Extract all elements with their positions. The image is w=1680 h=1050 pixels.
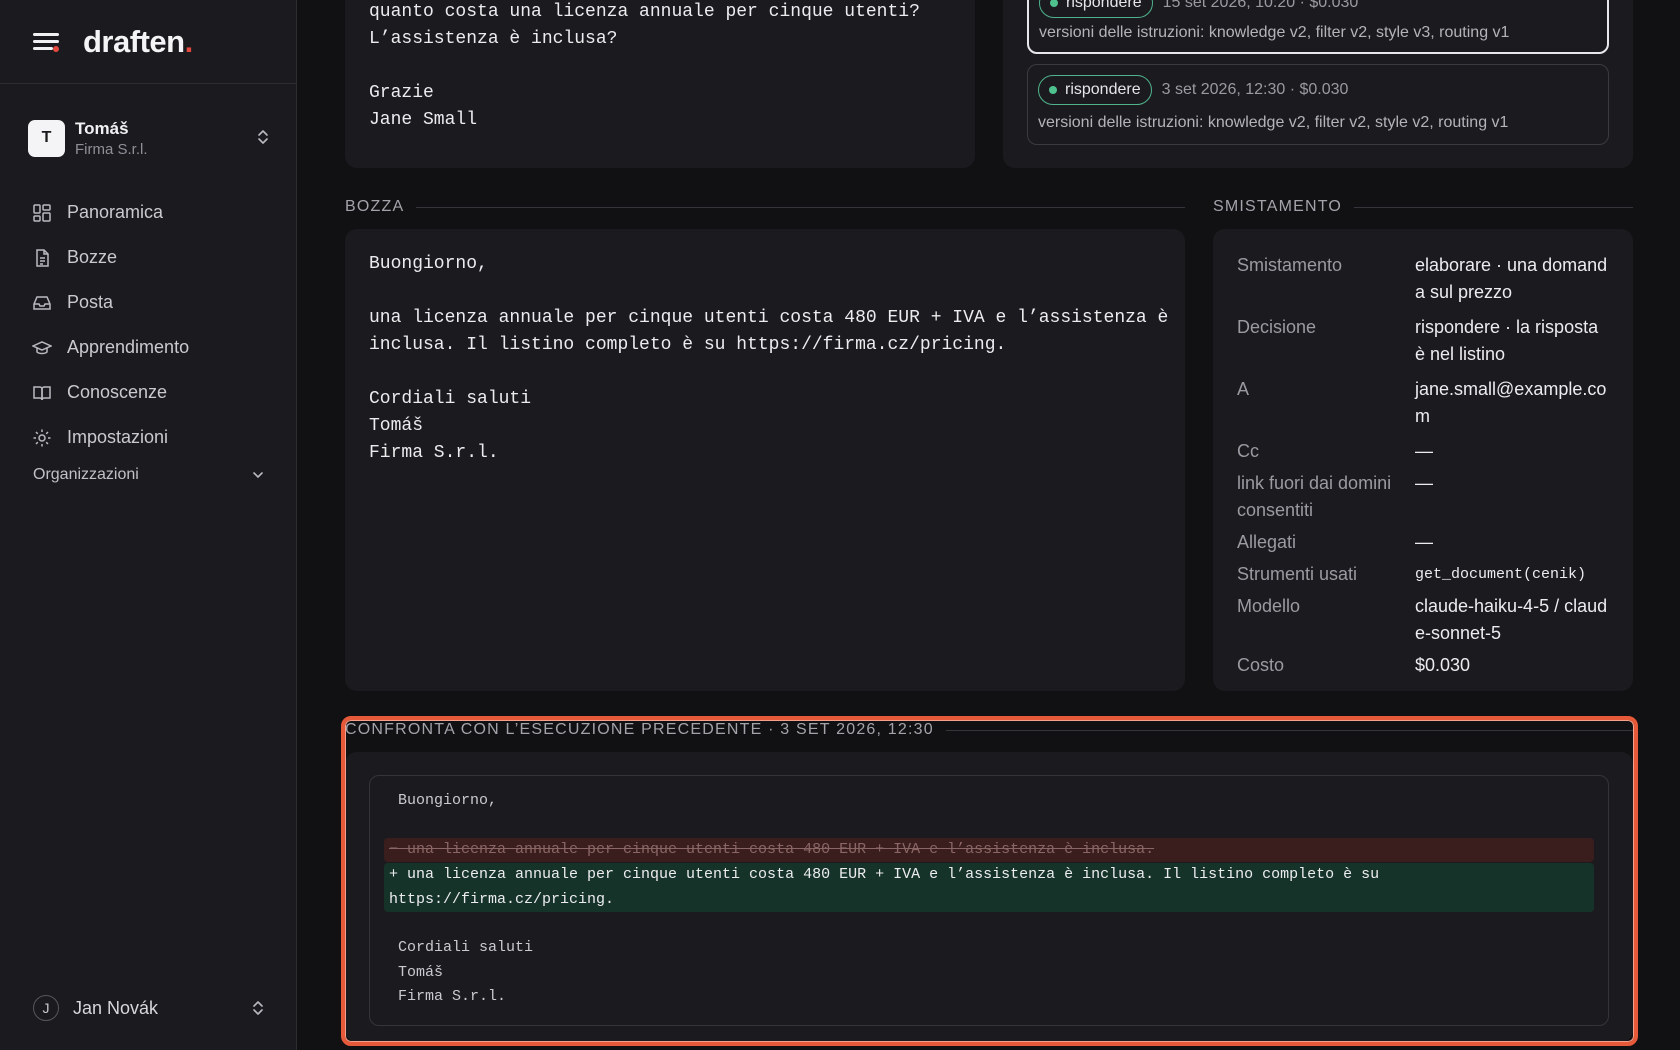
draft-card: Buongiorno, una licenza annuale per cinq… — [345, 229, 1185, 691]
diff-added-line: + una licenza annuale per cinque utenti … — [384, 863, 1594, 912]
diff-removed-line: − una licenza annuale per cinque utenti … — [384, 837, 1594, 862]
organizations-label: Organizzazioni — [33, 466, 139, 483]
run-meta: 3 set 2026, 12:30 · $0.030 — [1161, 81, 1349, 98]
run-versions: versioni delle istruzioni: knowledge v2,… — [1038, 114, 1509, 131]
chevron-up-down-icon — [253, 1001, 263, 1015]
run-meta: 15 set 2026, 10:20 · $0.030 — [1162, 0, 1359, 11]
document-icon — [36, 248, 49, 267]
sidebar-item-apprendimento[interactable]: Apprendimento — [32, 325, 272, 370]
sidebar-item-impostazioni[interactable]: Impostazioni — [32, 415, 272, 460]
dashboard-icon — [33, 203, 51, 222]
diff-context-line: Cordiali saluti — [398, 939, 534, 956]
chevron-down-icon — [253, 472, 263, 479]
run-history-item[interactable]: rispondere 3 set 2026, 12:30 · $0.030 ve… — [1027, 64, 1609, 145]
user-avatar: J — [33, 995, 59, 1021]
sidebar-item-label: Apprendimento — [67, 337, 190, 357]
sidebar-item-label: Bozze — [67, 247, 118, 267]
triage-section-title: SMISTAMENTO — [1213, 198, 1633, 216]
sidebar-item-conoscenze[interactable]: Conoscenze — [32, 370, 272, 415]
triage-row: Smistamento elaborare · una domanda sul p… — [1237, 255, 1608, 302]
chevron-up-down-icon — [258, 130, 268, 144]
triage-row: link fuori dai domini consentiti — — [1237, 473, 1433, 520]
sidebar-item-label: Posta — [67, 292, 114, 312]
triage-row: Decisione rispondere · la risposta è nel … — [1237, 317, 1599, 364]
diff-view: Buongiorno, − una licenza annuale per ci… — [369, 775, 1609, 1026]
graduation-cap-icon — [32, 340, 52, 354]
sidebar-item-panoramica[interactable]: Panoramica — [32, 190, 272, 235]
user-menu[interactable]: J Jan Novák — [33, 994, 265, 1022]
diff-context-line: Firma S.r.l. — [398, 988, 507, 1005]
sidebar-item-label: Impostazioni — [67, 427, 169, 447]
triage-row: Allegati — — [1237, 532, 1433, 552]
run-versions: versioni delle istruzioni: knowledge v2,… — [1039, 24, 1510, 41]
brand-logo[interactable]: draften. — [83, 24, 193, 60]
account-avatar: T — [28, 119, 65, 157]
sidebar-item-label: Panoramica — [67, 202, 164, 222]
triage-row: Modello claude-haiku-4-5 / claude-sonnet-… — [1237, 596, 1608, 643]
draft-body[interactable]: Buongiorno, una licenza annuale per cinq… — [369, 251, 1168, 467]
account-name: Tomáš — [75, 118, 129, 138]
run-history-item[interactable]: rispondere 15 set 2026, 10:20 · $0.030 v… — [1027, 0, 1609, 54]
triage-row: Costo $0.030 — [1237, 655, 1471, 675]
incoming-email-card: quanto costa una licenza annuale per cin… — [345, 0, 975, 168]
account-org: Firma S.r.l. — [75, 140, 148, 158]
book-icon — [33, 385, 51, 400]
menu-icon[interactable] — [33, 32, 59, 52]
user-name: Jan Novák — [73, 997, 159, 1018]
triage-row: Ajane.small@example.com — [1237, 379, 1607, 426]
triage-card: Smistamento elaborare · una domanda sul p… — [1213, 229, 1633, 691]
incoming-email-body: quanto costa una licenza annuale per cin… — [369, 2, 920, 130]
diff-context-line: Tomáš — [398, 963, 444, 981]
sidebar-item-bozze[interactable]: Bozze — [32, 235, 272, 280]
inbox-icon — [33, 295, 51, 310]
diff-context-line: Buongiorno, — [398, 792, 498, 809]
organizations-toggle[interactable]: Organizzazioni — [33, 466, 265, 484]
compare-section-title: CONFRONTA CON L’ESECUZIONE PRECEDENTE · … — [345, 721, 1633, 739]
gear-icon — [33, 429, 51, 446]
status-pill: rispondere — [1039, 0, 1153, 18]
draft-section-title: BOZZA — [345, 198, 1185, 216]
sidebar-nav: Panoramica Bozze Posta Apprendimento Con… — [32, 190, 272, 460]
logo-row: draften. — [0, 0, 296, 84]
account-switcher[interactable]: T Tomáš Firma S.r.l. — [28, 118, 270, 158]
triage-row: Cc — — [1237, 441, 1433, 461]
sidebar-item-posta[interactable]: Posta — [32, 280, 272, 325]
sidebar: draften. T Tomáš Firma S.r.l. Panoramica… — [0, 0, 297, 1050]
status-pill: rispondere — [1038, 75, 1152, 105]
sidebar-item-label: Conoscenze — [67, 382, 168, 402]
triage-row: Strumenti usati get_document(cenik) — [1237, 564, 1587, 584]
